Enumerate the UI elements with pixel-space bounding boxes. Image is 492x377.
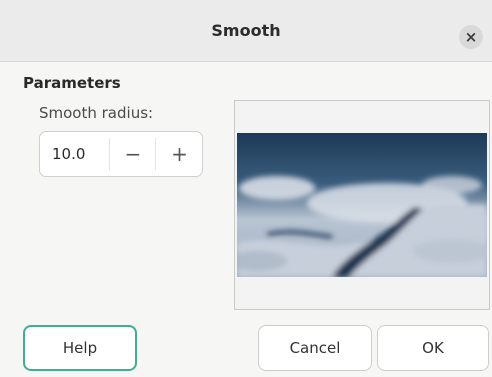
cancel-button[interactable]: Cancel [258,325,372,371]
parameters-heading: Parameters [23,74,121,92]
minus-icon: − [124,142,142,166]
decrement-button[interactable]: − [111,132,155,176]
preview-image [237,133,487,277]
ok-button[interactable]: OK [377,325,489,371]
smooth-radius-label: Smooth radius: [39,104,154,122]
dialog-titlebar: Smooth × [0,0,492,62]
close-icon: × [464,28,478,46]
preview-frame [234,100,490,310]
close-button[interactable]: × [459,25,483,49]
increment-button[interactable]: + [157,132,202,176]
spin-divider [109,138,110,170]
dialog-title: Smooth [211,21,281,40]
smooth-radius-input[interactable]: 10.0 [52,145,85,163]
spin-divider [155,138,156,170]
help-button[interactable]: Help [23,325,137,371]
plus-icon: + [171,142,188,166]
smooth-radius-spinbox[interactable]: 10.0 − + [39,131,203,177]
